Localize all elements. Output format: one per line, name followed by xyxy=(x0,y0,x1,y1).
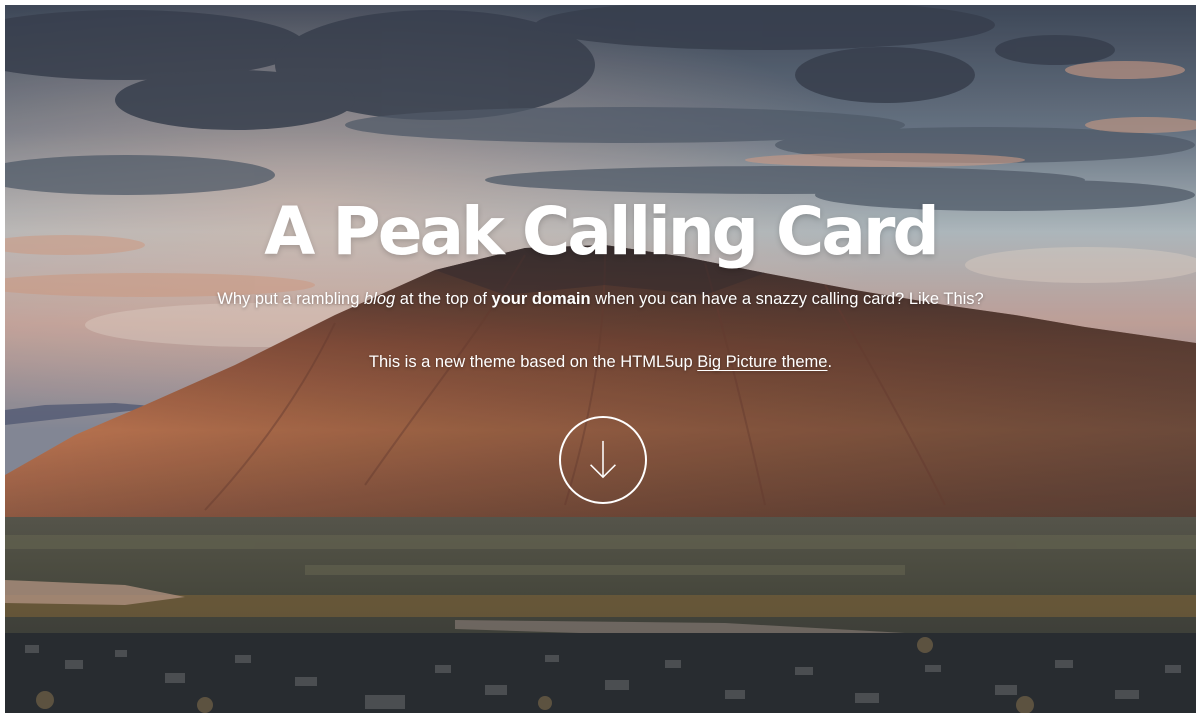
tagline-text-1: Why put a rambling xyxy=(217,290,364,308)
big-picture-theme-link[interactable]: Big Picture theme xyxy=(697,353,827,371)
tagline-strong: your domain xyxy=(491,290,591,308)
arrow-down-icon xyxy=(590,440,616,479)
hero-content: A Peak Calling Card Why put a rambling b… xyxy=(5,5,1196,713)
page-title: A Peak Calling Card xyxy=(264,193,939,270)
tagline-text-3: when you can have a snazzy calling card?… xyxy=(590,290,984,308)
credit-prefix: This is a new theme based on the HTML5up xyxy=(368,353,698,371)
theme-credit: This is a new theme based on the HTML5up… xyxy=(5,349,1196,375)
tagline-emphasis: blog xyxy=(364,290,396,308)
hero-tagline: Why put a rambling blog at the top of yo… xyxy=(5,286,1196,312)
tagline-text-2: at the top of xyxy=(395,290,492,308)
credit-suffix: . xyxy=(827,353,833,371)
scroll-down-button[interactable] xyxy=(559,416,647,504)
page-frame: A Peak Calling Card Why put a rambling b… xyxy=(5,5,1196,713)
